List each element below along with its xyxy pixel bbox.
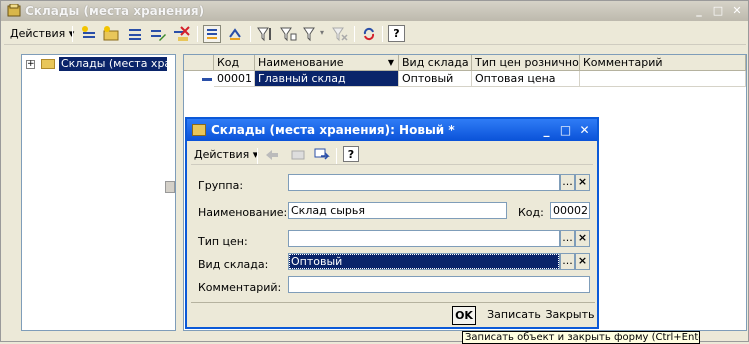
dialog-footer: OK Записать Закрыть <box>191 302 595 326</box>
dialog-toolbar: Действия ▾ ? <box>191 145 593 165</box>
actions-menu-label: Действия <box>10 27 66 40</box>
expand-icon[interactable]: + <box>26 60 35 69</box>
save-button[interactable]: Записать <box>484 306 544 325</box>
dialog-title: Склады (места хранения): Новый * <box>211 123 455 137</box>
cell-code[interactable]: 00001 <box>214 71 255 87</box>
filter-value-icon[interactable] <box>279 25 297 43</box>
catalog-icon <box>7 3 21 17</box>
column-header-price-type[interactable]: Тип цен розничной... <box>472 55 580 71</box>
main-titlebar: Склады (места хранения) _ □ ✕ <box>1 1 748 21</box>
maximize-icon[interactable]: □ <box>710 4 726 18</box>
add-item-icon[interactable] <box>80 25 98 43</box>
group-tree: + Склады (места хранения) <box>21 54 176 331</box>
warehouse-type-label: Вид склада: <box>198 258 269 271</box>
group-field[interactable] <box>288 174 560 191</box>
toolbar-separator <box>250 26 251 42</box>
add-folder-icon[interactable] <box>102 25 120 43</box>
price-type-clear-button[interactable]: × <box>575 230 590 247</box>
help-button[interactable]: ? <box>388 25 405 42</box>
catalog-icon <box>192 124 206 136</box>
comment-field[interactable] <box>288 276 590 293</box>
dialog-actions-label: Действия <box>194 148 250 161</box>
column-header-name-label: Наименование <box>258 56 344 69</box>
goto-parent-icon <box>263 146 281 164</box>
cell-price-type[interactable]: Оптовая цена <box>472 71 580 87</box>
cell-warehouse-type[interactable]: Оптовый <box>399 71 472 87</box>
ok-button[interactable]: OK <box>452 306 476 325</box>
price-type-field[interactable] <box>288 230 560 247</box>
copy-icon[interactable] <box>126 25 144 43</box>
close-button[interactable]: Закрыть <box>545 306 595 325</box>
name-field[interactable]: Склад сырья <box>288 202 507 219</box>
price-type-select-button[interactable]: ... <box>560 230 575 247</box>
sort-desc-icon: ▼ <box>387 58 394 67</box>
tooltip: Записать объект и закрыть форму (Ctrl+En… <box>462 331 700 344</box>
close-icon[interactable]: ✕ <box>729 4 745 18</box>
new-warehouse-dialog: Склады (места хранения): Новый * _ □ ✕ Д… <box>185 117 599 329</box>
main-toolbar: Действия ▾ ▾ ? <box>4 23 746 45</box>
splitter-handle[interactable] <box>165 181 175 193</box>
toolbar-separator <box>257 148 258 164</box>
group-select-button[interactable]: ... <box>560 174 575 191</box>
column-header-comment[interactable]: Комментарий <box>580 55 746 71</box>
warehouse-type-field[interactable]: Оптовый <box>288 253 560 270</box>
minimize-icon[interactable]: _ <box>691 4 707 18</box>
toolbar-separator <box>336 148 337 164</box>
hierarchy-toggle-icon[interactable] <box>203 25 221 43</box>
filter-off-icon <box>331 25 349 43</box>
toolbar-separator <box>197 26 198 42</box>
dialog-help-button[interactable]: ? <box>343 146 359 162</box>
close-icon[interactable]: ✕ <box>577 123 592 137</box>
folder-icon <box>41 59 55 69</box>
refresh-icon[interactable] <box>360 25 378 43</box>
window-title: Склады (места хранения) <box>25 4 205 18</box>
filter-list-icon[interactable] <box>302 25 320 43</box>
mark-delete-icon[interactable] <box>172 25 190 43</box>
transfer-icon[interactable] <box>313 146 331 164</box>
toolbar-separator <box>382 26 383 42</box>
column-header-name[interactable]: Наименование ▼ <box>255 55 399 71</box>
level-up-icon[interactable] <box>226 25 244 43</box>
warehouse-type-select-button[interactable]: ... <box>560 253 575 270</box>
toolbar-separator <box>72 26 73 42</box>
edit-icon[interactable] <box>149 25 167 43</box>
comment-label: Комментарий: <box>198 281 282 294</box>
filter-icon[interactable] <box>256 25 274 43</box>
column-header-marker <box>184 55 214 71</box>
dialog-actions-menu[interactable]: Действия ▾ <box>194 148 258 161</box>
code-label: Код: <box>518 206 544 219</box>
column-header-warehouse-type[interactable]: Вид склада <box>399 55 472 71</box>
cell-name[interactable]: Главный склад <box>255 71 399 87</box>
group-label: Группа: <box>198 179 244 192</box>
cell-comment[interactable] <box>580 71 746 87</box>
dialog-titlebar: Склады (места хранения): Новый * _ □ ✕ <box>187 119 597 141</box>
column-header-code[interactable]: Код <box>214 55 255 71</box>
row-marker-icon <box>202 78 212 81</box>
warehouse-type-clear-button[interactable]: × <box>575 253 590 270</box>
filter-dropdown-icon[interactable]: ▾ <box>320 28 324 37</box>
actions-menu[interactable]: Действия ▾ <box>10 27 74 40</box>
name-label: Наименование: <box>198 206 288 219</box>
toolbar-separator <box>354 26 355 42</box>
minimize-icon[interactable]: _ <box>539 123 554 137</box>
maximize-icon[interactable]: □ <box>558 123 573 137</box>
code-field[interactable]: 00002 <box>550 202 590 219</box>
tree-root-label: Склады (места хранения) <box>59 57 167 71</box>
group-clear-button[interactable]: × <box>575 174 590 191</box>
print-icon <box>289 146 307 164</box>
price-type-label: Тип цен: <box>198 235 248 248</box>
